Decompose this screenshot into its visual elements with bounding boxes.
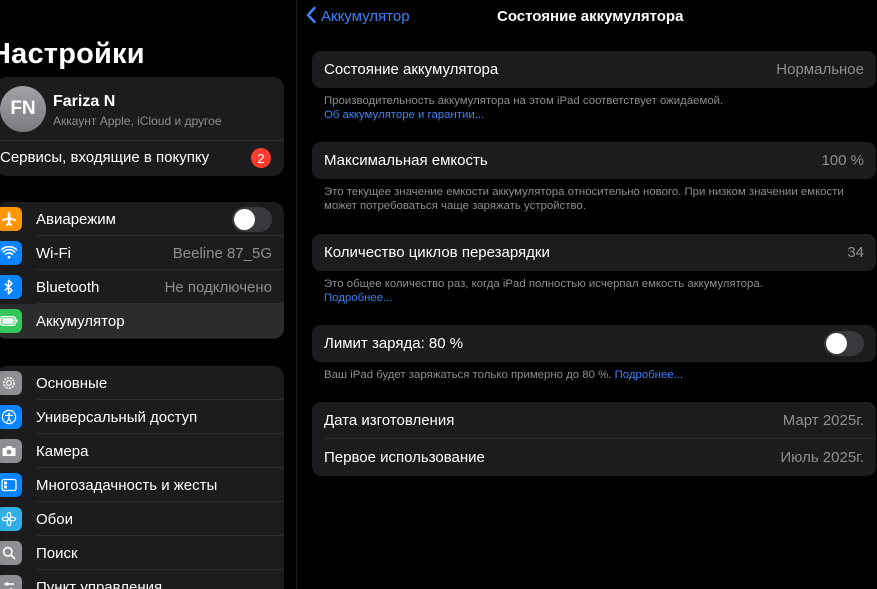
gear-icon bbox=[0, 371, 22, 395]
back-button[interactable]: Аккумулятор bbox=[305, 6, 410, 27]
accessibility-icon bbox=[0, 405, 22, 429]
connectivity-group: Авиарежим Wi-Fi Beeline 87_5G Bluetooth … bbox=[0, 202, 284, 339]
toggle-knob bbox=[234, 209, 255, 230]
sidebar-item-bluetooth[interactable]: Bluetooth Не подключено bbox=[0, 270, 284, 304]
avatar[interactable]: FN bbox=[0, 86, 46, 132]
search-icon bbox=[0, 541, 22, 565]
wifi-icon bbox=[0, 241, 22, 265]
bluetooth-status-value: Не подключено bbox=[164, 278, 272, 296]
back-button-label: Аккумулятор bbox=[321, 8, 410, 25]
control-center-icon bbox=[0, 575, 22, 589]
sidebar-item-airplane[interactable]: Авиарежим bbox=[0, 202, 284, 236]
sidebar-item-label: Многозадачность и жесты bbox=[36, 476, 218, 494]
charge-limit-toggle[interactable] bbox=[824, 331, 864, 356]
charge-limit-more-link[interactable]: Подробнее... bbox=[615, 369, 684, 381]
sidebar-item-label: Пункт управления bbox=[36, 578, 163, 589]
divider bbox=[0, 140, 284, 141]
battery-health-footer: Производительность аккумулятора на этом … bbox=[324, 94, 864, 122]
manufacture-date-label: Дата изготовления bbox=[324, 412, 455, 429]
sidebar-item-label: Поиск bbox=[36, 544, 78, 562]
notification-badge: 2 bbox=[251, 148, 271, 168]
services-link[interactable]: Сервисы, входящие в покупку bbox=[0, 149, 209, 166]
sidebar-item-general[interactable]: Основные bbox=[0, 366, 284, 400]
sidebar-item-label: Bluetooth bbox=[36, 278, 100, 296]
battery-health-footer-text: Производительность аккумулятора на этом … bbox=[324, 95, 724, 107]
sidebar-item-battery[interactable]: Аккумулятор bbox=[0, 304, 284, 338]
divider bbox=[324, 438, 876, 439]
sidebar-item-multitasking[interactable]: Многозадачность и жесты bbox=[0, 468, 284, 502]
sidebar-item-wallpaper[interactable]: Обои bbox=[0, 502, 284, 536]
cycle-count-footer-text: Это общее количество раз, когда iPad пол… bbox=[324, 278, 763, 290]
sidebar-item-camera[interactable]: Камера bbox=[0, 434, 284, 468]
battery-health-row: Состояние аккумулятора Нормальное bbox=[312, 51, 876, 88]
battery-health-value: Нормальное bbox=[776, 61, 864, 78]
max-capacity-label: Максимальная емкость bbox=[324, 152, 488, 169]
multitasking-icon bbox=[0, 473, 22, 497]
sidebar-item-search[interactable]: Поиск bbox=[0, 536, 284, 570]
dates-card: Дата изготовления Март 2025г. Первое исп… bbox=[312, 402, 876, 476]
camera-icon bbox=[0, 439, 22, 463]
sidebar-item-label: Аккумулятор bbox=[36, 312, 125, 330]
general-group: Основные Универсальный доступ Камера Мно… bbox=[0, 366, 284, 589]
sidebar-item-control-center[interactable]: Пункт управления bbox=[0, 570, 284, 589]
cycle-count-footer: Это общее количество раз, когда iPad пол… bbox=[324, 277, 864, 305]
sidebar-item-accessibility[interactable]: Универсальный доступ bbox=[0, 400, 284, 434]
charge-limit-row: Лимит заряда: 80 % bbox=[312, 325, 876, 362]
sidebar-item-wifi[interactable]: Wi-Fi Beeline 87_5G bbox=[0, 236, 284, 270]
account-card[interactable]: FN Fariza N Аккаунт Apple, iCloud и друг… bbox=[0, 77, 284, 176]
sidebar-item-label: Основные bbox=[36, 374, 108, 392]
wallpaper-icon bbox=[0, 507, 22, 531]
sidebar: Настройки FN Fariza N Аккаунт Apple, iCl… bbox=[0, 0, 297, 589]
battery-warranty-link[interactable]: Об аккумуляторе и гарантии... bbox=[324, 108, 864, 122]
battery-icon bbox=[0, 309, 22, 333]
cycle-count-row: Количество циклов перезарядки 34 bbox=[312, 234, 876, 271]
first-use-label: Первое использование bbox=[324, 449, 485, 466]
charge-limit-label: Лимит заряда: 80 % bbox=[324, 335, 464, 352]
sidebar-item-label: Камера bbox=[36, 442, 89, 460]
first-use-value: Июль 2025г. bbox=[780, 449, 864, 466]
sidebar-item-label: Обои bbox=[36, 510, 73, 528]
battery-health-label: Состояние аккумулятора bbox=[324, 61, 499, 78]
max-capacity-footer: Это текущее значение емкости аккумулятор… bbox=[324, 186, 844, 212]
cycle-count-value: 34 bbox=[847, 244, 864, 261]
sidebar-item-label: Универсальный доступ bbox=[36, 408, 198, 426]
chevron-left-icon bbox=[305, 6, 317, 27]
charge-limit-footer-text: Ваш iPad будет заряжаться только примерн… bbox=[324, 369, 612, 381]
sidebar-item-label: Wi-Fi bbox=[36, 244, 71, 262]
bluetooth-icon bbox=[0, 275, 22, 299]
cycles-more-link[interactable]: Подробнее... bbox=[324, 291, 864, 305]
sidebar-title: Настройки bbox=[0, 38, 145, 70]
manufacture-date-value: Март 2025г. bbox=[782, 412, 864, 429]
wifi-network-value: Beeline 87_5G bbox=[172, 244, 272, 262]
airplane-icon bbox=[0, 207, 22, 231]
account-subtitle: Аккаунт Apple, iCloud и другое bbox=[53, 114, 222, 128]
toggle-knob bbox=[826, 333, 847, 354]
page-title: Состояние аккумулятора bbox=[497, 8, 684, 25]
sidebar-item-label: Авиарежим bbox=[36, 210, 116, 228]
max-capacity-row: Максимальная емкость 100 % bbox=[312, 142, 876, 179]
cycle-count-label: Количество циклов перезарядки bbox=[324, 244, 550, 261]
max-capacity-value: 100 % bbox=[821, 152, 864, 169]
account-name: Fariza N bbox=[53, 93, 116, 110]
charge-limit-footer: Ваш iPad будет заряжаться только примерн… bbox=[324, 368, 864, 382]
airplane-toggle[interactable] bbox=[232, 207, 272, 232]
